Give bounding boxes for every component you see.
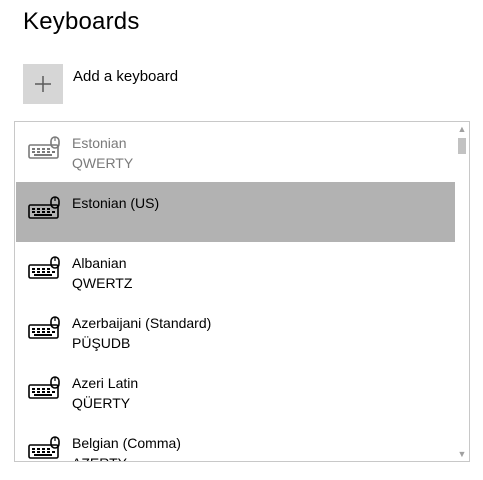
keyboard-layout: AZERTY — [72, 453, 181, 461]
plus-icon — [23, 64, 63, 104]
keyboard-name: Estonian — [72, 135, 127, 151]
keyboard-name: Azerbaijani (Standard) — [72, 315, 212, 331]
keyboard-layout: QWERTZ — [72, 275, 133, 291]
keyboard-list-item[interactable]: Azerbaijani (Standard) PÜŞUDB — [16, 302, 456, 362]
keyboard-list-item[interactable]: Azeri Latin QÜERTY — [16, 362, 456, 422]
add-keyboard-button[interactable]: Add a keyboard — [23, 64, 178, 104]
scrollbar-thumb[interactable] — [458, 138, 466, 154]
keyboard-name: Azeri Latin — [72, 375, 139, 391]
page-title: Keyboards — [23, 8, 140, 35]
scrollbar[interactable]: ▲ ▼ — [455, 122, 469, 461]
keyboard-icon — [28, 376, 62, 400]
keyboard-layout: QÜERTY — [72, 395, 131, 411]
keyboard-name: Estonian (US) — [72, 195, 160, 211]
keyboard-icon — [28, 256, 62, 280]
keyboard-icon — [28, 136, 62, 160]
keyboard-icon — [28, 196, 62, 220]
keyboard-list-item[interactable]: Estonian QWERTY — [16, 122, 456, 182]
add-keyboard-label: Add a keyboard — [73, 68, 179, 85]
keyboard-icon — [28, 436, 62, 460]
keyboard-layout: PÜŞUDB — [72, 335, 131, 351]
keyboard-icon — [28, 316, 62, 340]
keyboard-list[interactable]: Estonian QWERTY Estonian (US) Albanian Q… — [14, 121, 470, 462]
scroll-down-arrow-icon[interactable]: ▼ — [455, 447, 469, 461]
keyboard-list-item[interactable]: Albanian QWERTZ — [16, 242, 456, 302]
scroll-up-arrow-icon[interactable]: ▲ — [455, 122, 469, 136]
keyboard-name: Belgian (Comma) — [72, 435, 181, 451]
keyboard-layout: QWERTY — [72, 155, 134, 171]
keyboard-name: Albanian — [72, 255, 127, 271]
keyboard-list-item[interactable]: Belgian (Comma) AZERTY — [16, 422, 456, 461]
scrollbar-track[interactable] — [458, 138, 466, 445]
keyboard-list-item[interactable]: Estonian (US) — [16, 182, 456, 242]
